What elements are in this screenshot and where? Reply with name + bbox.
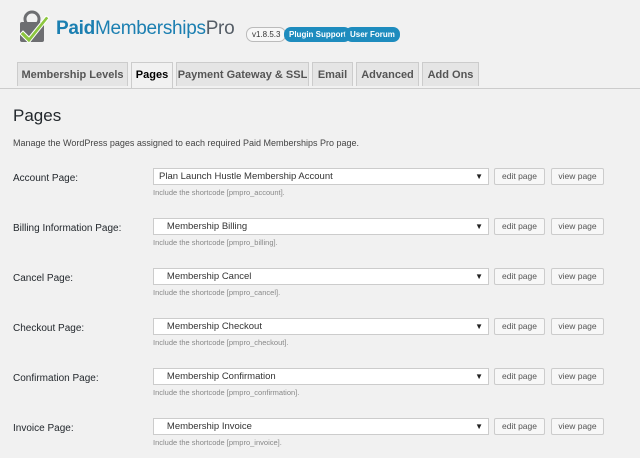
shortcode-hint: Include the shortcode [pmpro_invoice].: [153, 438, 282, 447]
select-value: Membership Cancel: [159, 271, 252, 282]
confirmation-page-row: Confirmation Page: Membership Confirmati…: [0, 368, 640, 408]
checkout-page-select[interactable]: Membership Checkout ▼: [153, 318, 489, 335]
select-value: Plan Launch Hustle Membership Account: [159, 171, 333, 182]
billing-page-row: Billing Information Page: Membership Bil…: [0, 218, 640, 258]
account-page-select[interactable]: Plan Launch Hustle Membership Account ▼: [153, 168, 489, 185]
pmpro-logo-icon: [19, 10, 50, 44]
edit-page-button[interactable]: edit page: [494, 368, 545, 385]
dropdown-arrow-icon: ▼: [475, 372, 483, 381]
invoice-page-label: Invoice Page:: [13, 423, 74, 434]
dropdown-arrow-icon: ▼: [475, 422, 483, 431]
shortcode-hint: Include the shortcode [pmpro_cancel].: [153, 288, 281, 297]
tab-payment-gateway[interactable]: Payment Gateway & SSL: [176, 62, 309, 86]
user-forum-link[interactable]: User Forum: [345, 27, 400, 42]
cancel-page-label: Cancel Page:: [13, 273, 74, 284]
brand-paid: Paid: [56, 18, 95, 39]
tab-pages[interactable]: Pages: [131, 62, 173, 88]
brand-title: PaidMembershipsPro: [56, 18, 235, 40]
confirmation-page-select[interactable]: Membership Confirmation ▼: [153, 368, 489, 385]
edit-page-button[interactable]: edit page: [494, 318, 545, 335]
view-page-button[interactable]: view page: [551, 268, 604, 285]
cancel-page-select[interactable]: Membership Cancel ▼: [153, 268, 489, 285]
shortcode-hint: Include the shortcode [pmpro_confirmatio…: [153, 388, 300, 397]
edit-page-button[interactable]: edit page: [494, 168, 545, 185]
account-page-row: Account Page: Plan Launch Hustle Members…: [0, 168, 640, 208]
select-value: Membership Billing: [159, 221, 248, 232]
billing-page-label: Billing Information Page:: [13, 223, 122, 234]
brand-memberships: Memberships: [94, 18, 206, 39]
shortcode-hint: Include the shortcode [pmpro_billing].: [153, 238, 278, 247]
dropdown-arrow-icon: ▼: [475, 222, 483, 231]
brand-pro: Pro: [205, 18, 235, 39]
view-page-button[interactable]: view page: [551, 368, 604, 385]
page-description: Manage the WordPress pages assigned to e…: [13, 138, 360, 148]
tab-add-ons[interactable]: Add Ons: [422, 62, 479, 86]
plugin-support-link[interactable]: Plugin Support: [284, 27, 352, 42]
edit-page-button[interactable]: edit page: [494, 268, 545, 285]
invoice-page-select[interactable]: Membership Invoice ▼: [153, 418, 489, 435]
view-page-button[interactable]: view page: [551, 318, 604, 335]
dropdown-arrow-icon: ▼: [475, 172, 483, 181]
dropdown-arrow-icon: ▼: [475, 322, 483, 331]
checkout-page-row: Checkout Page: Membership Checkout ▼ Incl…: [0, 318, 640, 358]
tab-membership-levels[interactable]: Membership Levels: [17, 62, 128, 86]
select-value: Membership Checkout: [159, 321, 262, 332]
tab-advanced[interactable]: Advanced: [356, 62, 419, 86]
view-page-button[interactable]: view page: [551, 218, 604, 235]
edit-page-button[interactable]: edit page: [494, 218, 545, 235]
checkout-page-label: Checkout Page:: [13, 323, 85, 334]
version-badge: v1.8.5.3: [246, 27, 287, 42]
dropdown-arrow-icon: ▼: [475, 272, 483, 281]
confirmation-page-label: Confirmation Page:: [13, 373, 99, 384]
edit-page-button[interactable]: edit page: [494, 418, 545, 435]
settings-tabs: Membership Levels Pages Payment Gateway …: [0, 62, 640, 89]
cancel-page-row: Cancel Page: Membership Cancel ▼ Include …: [0, 268, 640, 308]
page-title: Pages: [13, 106, 62, 125]
shortcode-hint: Include the shortcode [pmpro_checkout].: [153, 338, 289, 347]
view-page-button[interactable]: view page: [551, 168, 604, 185]
account-page-label: Account Page:: [13, 173, 79, 184]
invoice-page-row: Invoice Page: Membership Invoice ▼ Includ…: [0, 418, 640, 458]
select-value: Membership Invoice: [159, 421, 252, 432]
shortcode-hint: Include the shortcode [pmpro_account].: [153, 188, 285, 197]
tab-email[interactable]: Email: [312, 62, 353, 86]
select-value: Membership Confirmation: [159, 371, 276, 382]
view-page-button[interactable]: view page: [551, 418, 604, 435]
billing-page-select[interactable]: Membership Billing ▼: [153, 218, 489, 235]
